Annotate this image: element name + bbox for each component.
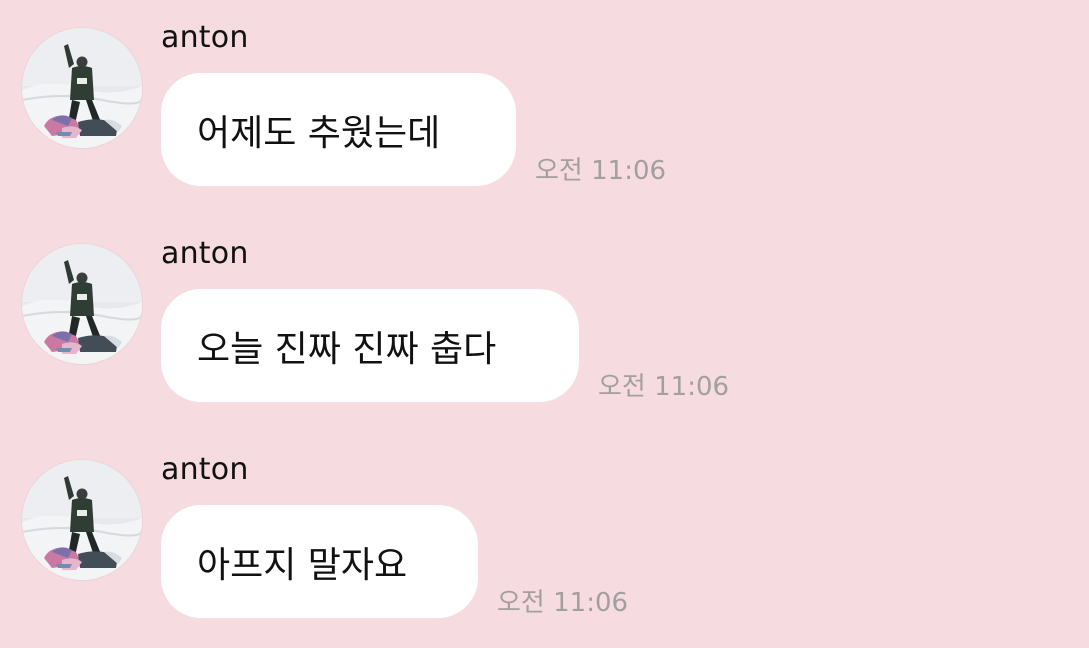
sender-name: anton — [161, 452, 249, 487]
chat-thread: anton 어제도 추웠는데 오전 11:06 anton 오늘 진짜 진짜 춥… — [0, 0, 1089, 644]
profile-photo-icon — [22, 28, 142, 148]
message-bubble[interactable]: 오늘 진짜 진짜 춥다 — [161, 289, 579, 402]
sender-name: anton — [161, 20, 249, 55]
profile-photo-icon — [22, 244, 142, 364]
avatar[interactable] — [22, 460, 142, 580]
message-row: anton 오늘 진짜 진짜 춥다 오전 11:06 — [0, 216, 1089, 432]
message-row: anton 아프지 말자요 오전 11:06 — [0, 432, 1089, 648]
avatar[interactable] — [22, 28, 142, 148]
message-timestamp: 오전 11:06 — [497, 588, 629, 618]
avatar[interactable] — [22, 244, 142, 364]
message-bubble[interactable]: 어제도 추웠는데 — [161, 73, 516, 186]
message-row: anton 어제도 추웠는데 오전 11:06 — [0, 0, 1089, 216]
profile-photo-icon — [22, 460, 142, 580]
message-timestamp: 오전 11:06 — [535, 156, 667, 186]
message-text: 오늘 진짜 진짜 춥다 — [197, 328, 497, 370]
message-text: 어제도 추웠는데 — [197, 112, 441, 154]
message-timestamp: 오전 11:06 — [598, 372, 730, 402]
message-bubble[interactable]: 아프지 말자요 — [161, 505, 478, 618]
message-text: 아프지 말자요 — [197, 544, 408, 586]
sender-name: anton — [161, 236, 249, 271]
